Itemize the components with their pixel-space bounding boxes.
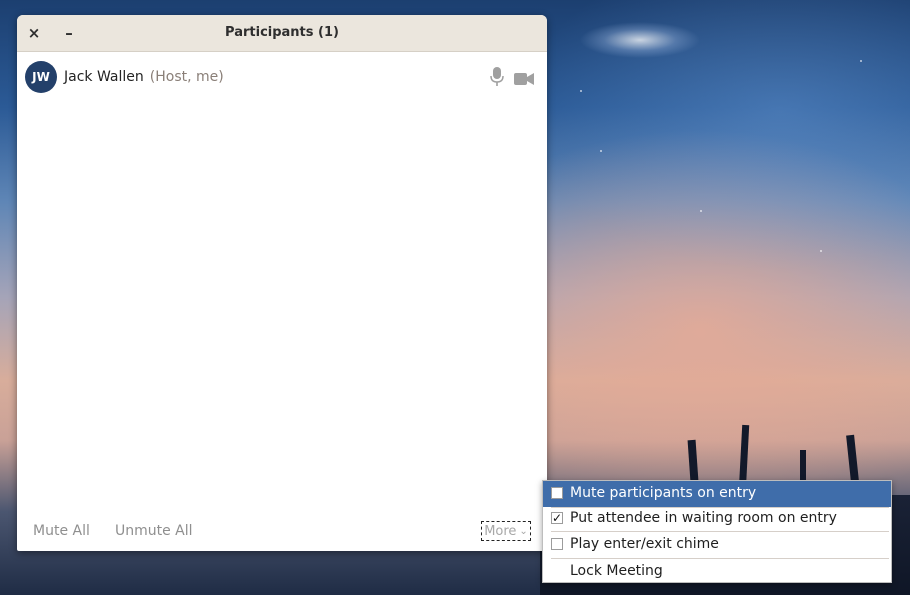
wallpaper-star [860,60,862,62]
participants-window: × – Participants (1) JW Jack Wallen (Host… [17,15,547,551]
participant-name: Jack Wallen [64,69,144,85]
wallpaper-star [820,250,822,252]
wallpaper-star [580,90,582,92]
menu-item-label: Mute participants on entry [570,485,757,501]
more-button[interactable]: More ⌄ [481,521,531,541]
window-titlebar[interactable]: × – Participants (1) [17,15,547,52]
chevron-down-icon: ⌄ [519,525,528,537]
avatar: JW [25,61,57,93]
menu-item-mute-on-entry[interactable]: Mute participants on entry [543,481,891,507]
more-options-menu: Mute participants on entry ✓ Put attende… [542,480,892,583]
menu-item-label: Lock Meeting [570,563,663,579]
menu-item-lock-meeting[interactable]: Lock Meeting [543,559,891,585]
mute-all-button[interactable]: Mute All [33,523,90,539]
waiting-room-checkbox[interactable]: ✓ [551,512,563,524]
mute-on-entry-checkbox[interactable] [551,487,563,499]
menu-item-chime[interactable]: Play enter/exit chime [543,532,891,558]
participant-role: (Host, me) [149,69,224,85]
microphone-icon[interactable] [490,67,504,91]
participant-row[interactable]: JW Jack Wallen (Host, me) [17,59,547,95]
menu-item-label: Put attendee in waiting room on entry [570,510,837,526]
window-title: Participants (1) [225,25,339,40]
menu-item-label: Play enter/exit chime [570,536,719,552]
wallpaper-star [700,210,702,212]
unmute-all-button[interactable]: Unmute All [115,523,193,539]
menu-item-waiting-room[interactable]: ✓ Put attendee in waiting room on entry [543,506,891,532]
more-label: More [484,523,517,539]
chime-checkbox[interactable] [551,538,563,550]
video-camera-icon[interactable] [514,70,534,89]
participant-name-line: Jack Wallen (Host, me) [64,69,224,85]
wallpaper-star [600,150,602,152]
